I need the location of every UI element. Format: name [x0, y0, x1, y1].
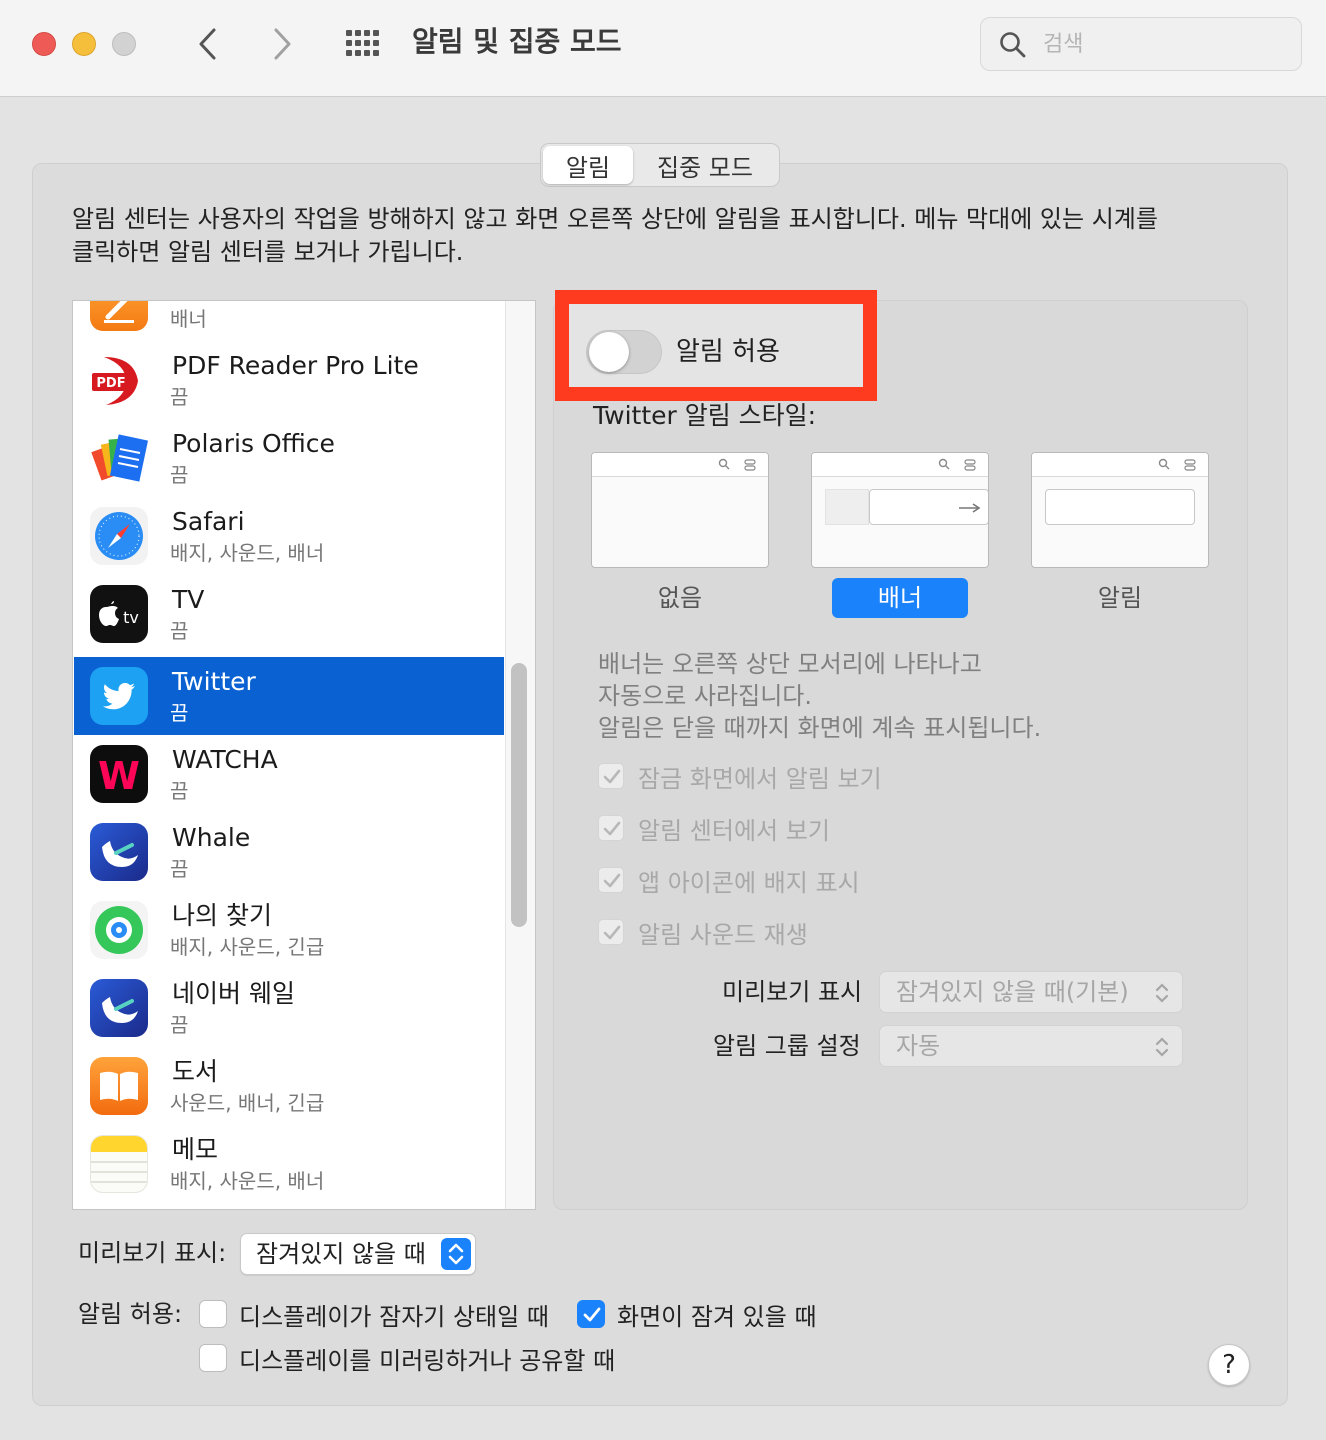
style-option-none[interactable]: 없음	[612, 578, 748, 618]
control-center-icon	[744, 459, 756, 471]
pages-icon	[90, 301, 148, 331]
control-center-icon	[1184, 459, 1196, 471]
sound-checkbox-row[interactable]: 알림 사운드 재생	[598, 915, 808, 949]
list-item[interactable]: 나의 찾기 배지, 사운드, 긴급	[74, 891, 504, 969]
group-notifications-label: 알림 그룹 설정	[713, 1032, 861, 1060]
badge-checkbox-row[interactable]: 앱 아이콘에 배지 표시	[598, 863, 860, 897]
select-stepper	[441, 1238, 471, 1270]
safari-icon	[90, 507, 148, 565]
lock-screen-checkbox[interactable]	[598, 763, 624, 789]
polaris-office-icon	[90, 429, 148, 487]
style-explanation: 배너는 오른쪽 상단 모서리에 나타나고 자동으로 사라집니다. 알림은 닫을 …	[598, 650, 1042, 742]
minimize-window-button[interactable]	[72, 32, 96, 56]
allow-notifications-when-label: 알림 허용:	[78, 1300, 183, 1328]
forward-button[interactable]	[262, 22, 302, 66]
checkmark-icon	[603, 821, 621, 836]
find-my-icon	[90, 901, 148, 959]
list-item[interactable]: Twitter 끔	[74, 657, 504, 735]
list-item[interactable]: 배너	[74, 301, 504, 341]
screen-locked-checkbox[interactable]	[577, 1300, 605, 1328]
list-item[interactable]: Whale 끔	[74, 813, 504, 891]
list-item[interactable]: 네이버 웨일 끔	[74, 969, 504, 1047]
mirroring-checkbox[interactable]	[199, 1344, 227, 1372]
list-item[interactable]: Safari 배지, 사운드, 배너	[74, 497, 504, 575]
show-previews-select[interactable]: 잠겨있지 않을 때(기본)	[879, 971, 1183, 1013]
arrow-right-icon	[959, 503, 981, 513]
pdf-logo-text: PDF	[96, 376, 125, 391]
search-icon	[938, 458, 950, 470]
up-down-chevron-icon	[1155, 983, 1169, 1003]
panel-description: 알림 센터는 사용자의 작업을 방해하지 않고 화면 오른쪽 상단에 알림을 표…	[72, 205, 1158, 266]
up-down-chevron-icon	[1155, 1037, 1169, 1057]
style-preview-alert[interactable]	[1031, 452, 1209, 568]
notes-icon	[90, 1135, 148, 1193]
display-sleep-option[interactable]: 디스플레이가 잠자기 상태일 때	[199, 1297, 549, 1331]
tab-notifications[interactable]: 알림	[543, 146, 633, 184]
help-button[interactable]: ?	[1208, 1344, 1250, 1386]
allow-notifications-toggle[interactable]	[586, 330, 662, 374]
list-item[interactable]: tv TV 끔	[74, 575, 504, 653]
search-icon	[1000, 32, 1026, 58]
style-preview-banner[interactable]	[811, 452, 989, 568]
chevron-left-icon	[199, 28, 216, 60]
show-all-grid-icon[interactable]	[344, 28, 382, 60]
notification-center-checkbox[interactable]	[598, 815, 624, 841]
app-list[interactable]: 배너 PDF PDF Reader Pro Lite 끔 Polaris Off…	[72, 300, 536, 1210]
twitter-icon	[90, 667, 148, 725]
books-icon	[90, 1057, 148, 1115]
style-option-alert[interactable]: 알림	[1052, 578, 1188, 618]
checkmark-icon	[603, 925, 621, 940]
watcha-icon: W	[90, 745, 148, 803]
toggle-knob	[589, 332, 629, 372]
screen-locked-option[interactable]: 화면이 잠겨 있을 때	[577, 1297, 817, 1331]
style-preview-none[interactable]	[591, 452, 769, 568]
list-scroll-thumb[interactable]	[511, 663, 527, 927]
apple-tv-icon: tv	[90, 585, 148, 643]
checkmark-icon	[603, 873, 621, 888]
tv-logo-text: tv	[123, 608, 139, 627]
list-item[interactable]: 메모 배지, 사운드, 배너	[74, 1125, 504, 1203]
checkmark-icon	[583, 1307, 601, 1322]
chevron-right-icon	[274, 28, 291, 60]
allow-notifications-label: 알림 허용	[676, 337, 780, 367]
pdf-reader-icon: PDF	[90, 351, 148, 409]
style-option-banner[interactable]: 배너	[832, 578, 968, 618]
zoom-window-button[interactable]	[112, 32, 136, 56]
control-center-icon	[964, 459, 976, 471]
notification-center-checkbox-row[interactable]: 알림 센터에서 보기	[598, 811, 830, 845]
lock-screen-checkbox-row[interactable]: 잠금 화면에서 알림 보기	[598, 759, 882, 793]
whale-icon	[90, 823, 148, 881]
close-window-button[interactable]	[32, 32, 56, 56]
badge-checkbox[interactable]	[598, 867, 624, 893]
list-item[interactable]: PDF PDF Reader Pro Lite 끔	[74, 341, 504, 419]
tab-bar: 알림 집중 모드	[540, 143, 780, 187]
watcha-logo-text: W	[98, 754, 140, 798]
display-sleep-checkbox[interactable]	[199, 1300, 227, 1328]
tab-focus[interactable]: 집중 모드	[633, 146, 777, 184]
global-previews-label: 미리보기 표시:	[78, 1239, 227, 1267]
back-button[interactable]	[188, 22, 228, 66]
search-placeholder: 검색	[1043, 32, 1084, 57]
app-settings-pane	[553, 300, 1248, 1210]
search-icon	[1158, 458, 1170, 470]
global-previews-select[interactable]: 잠겨있지 않을 때	[240, 1233, 476, 1275]
show-previews-label: 미리보기 표시	[722, 978, 863, 1006]
sound-checkbox[interactable]	[598, 919, 624, 945]
search-icon	[718, 458, 730, 470]
up-down-chevron-icon	[448, 1243, 464, 1265]
naver-whale-icon	[90, 979, 148, 1037]
list-item[interactable]: W WATCHA 끔	[74, 735, 504, 813]
window-title: 알림 및 집중 모드	[412, 25, 622, 58]
list-item[interactable]: Polaris Office 끔	[74, 419, 504, 497]
mirroring-option[interactable]: 디스플레이를 미러링하거나 공유할 때	[199, 1341, 615, 1375]
title-bar: 알림 및 집중 모드 검색	[0, 0, 1326, 97]
list-item[interactable]: 도서 사운드, 배너, 긴급	[74, 1047, 504, 1125]
checkmark-icon	[603, 769, 621, 784]
search-field[interactable]: 검색	[980, 17, 1302, 71]
group-notifications-select[interactable]: 자동	[879, 1025, 1183, 1067]
alert-style-title: Twitter 알림 스타일:	[593, 401, 817, 430]
